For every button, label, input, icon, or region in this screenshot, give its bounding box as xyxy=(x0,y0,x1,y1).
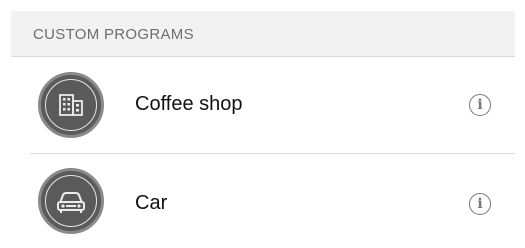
info-icon[interactable]: i xyxy=(469,94,491,116)
section-header: CUSTOM PROGRAMS xyxy=(11,11,515,57)
section-title: CUSTOM PROGRAMS xyxy=(33,26,194,43)
program-row-car[interactable]: Car i xyxy=(11,154,515,248)
program-label: Coffee shop xyxy=(135,93,243,115)
building-icon xyxy=(59,94,83,116)
program-row-coffee-shop[interactable]: Coffee shop i xyxy=(11,57,515,153)
info-icon[interactable]: i xyxy=(469,193,491,215)
program-label: Car xyxy=(135,192,168,214)
top-strip xyxy=(0,0,525,11)
program-avatar xyxy=(38,72,104,138)
car-icon xyxy=(57,192,85,213)
program-avatar xyxy=(38,168,104,234)
